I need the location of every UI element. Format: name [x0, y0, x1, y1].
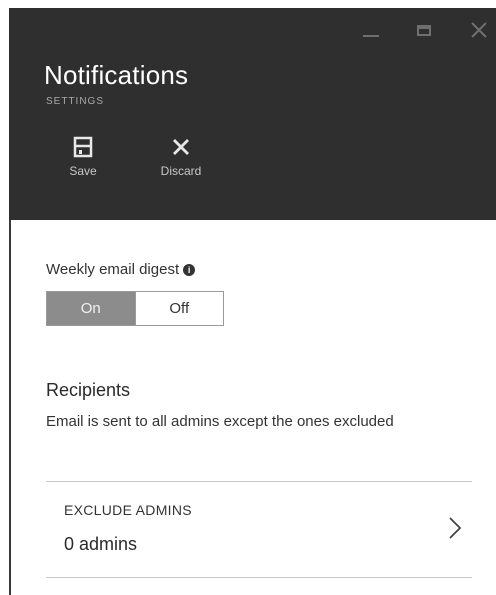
blade-left-border	[9, 220, 11, 595]
discard-label: Discard	[160, 164, 202, 178]
save-label: Save	[69, 164, 97, 178]
page-title: Notifications	[44, 60, 189, 90]
exclude-admins-row[interactable]: EXCLUDE ADMINS 0 admins	[46, 482, 472, 577]
page-subtitle: SETTINGS	[46, 96, 105, 107]
discard-button[interactable]: Discard	[146, 136, 216, 196]
close-button[interactable]	[466, 16, 492, 44]
save-icon	[73, 136, 93, 158]
weekly-digest-toggle[interactable]: On Off	[46, 291, 224, 326]
maximize-button[interactable]	[410, 18, 440, 42]
minimize-icon	[363, 35, 379, 37]
maximize-icon	[417, 25, 431, 36]
chevron-right-icon	[449, 517, 462, 539]
divider	[46, 577, 472, 578]
minimize-button[interactable]	[357, 18, 383, 38]
save-button[interactable]: Save	[48, 136, 118, 196]
close-icon	[471, 22, 487, 38]
exclude-admins-value: 0 admins	[64, 534, 138, 554]
weekly-digest-label: Weekly email digest i	[46, 261, 196, 278]
toggle-on-option[interactable]: On	[47, 292, 136, 325]
toggle-off-option[interactable]: Off	[135, 292, 223, 325]
close-icon	[173, 139, 189, 155]
recipients-description: Email is sent to all admins except the o…	[46, 413, 394, 430]
exclude-admins-label: EXCLUDE ADMINS	[64, 502, 192, 518]
info-icon[interactable]: i	[183, 264, 196, 276]
recipients-heading: Recipients	[46, 380, 131, 400]
weekly-digest-text: Weekly email digest	[46, 261, 180, 278]
